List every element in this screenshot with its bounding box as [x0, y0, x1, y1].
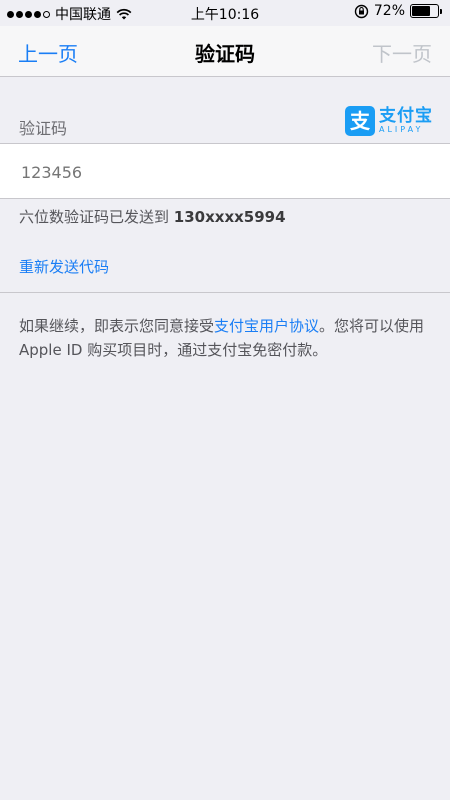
code-sent-text: 六位数验证码已发送到 — [19, 208, 170, 226]
alipay-wordmark: 支付宝 ALIPAY — [379, 107, 433, 135]
phone-number: 130xxxx5994 — [173, 208, 286, 226]
rotation-lock-icon — [354, 4, 369, 18]
alipay-name-en: ALIPAY — [379, 125, 424, 134]
code-sent-info: 六位数验证码已发送到 130xxxx5994 — [19, 206, 286, 227]
status-right: 72% — [354, 3, 442, 19]
user-agreement-link[interactable]: 支付宝用户协议 — [214, 317, 319, 335]
section-label: 验证码 — [19, 119, 68, 138]
battery-icon — [410, 4, 439, 18]
status-bar: 中国联通 上午10:16 72% — [0, 0, 450, 26]
agreement-prefix: 如果继续，即表示您同意接受 — [19, 317, 215, 335]
battery-level — [412, 6, 430, 16]
resend-code-link[interactable]: 重新发送代码 — [19, 256, 109, 277]
battery-tip — [440, 8, 442, 14]
alipay-name-cn: 支付宝 — [379, 106, 433, 126]
agreement-text: 如果继续，即表示您同意接受支付宝用户协议。您将可以使用 Apple ID 购买项… — [19, 314, 435, 362]
alipay-logo: 支 支付宝 ALIPAY — [345, 106, 433, 136]
verification-code-input[interactable] — [19, 144, 433, 200]
alipay-icon: 支 — [345, 106, 375, 136]
code-input-row — [0, 143, 450, 200]
navigation-bar: 上一页 验证码 下一页 — [0, 26, 450, 77]
battery-percent: 72% — [373, 3, 405, 19]
divider — [0, 292, 450, 293]
next-button[interactable]: 下一页 — [372, 38, 432, 67]
